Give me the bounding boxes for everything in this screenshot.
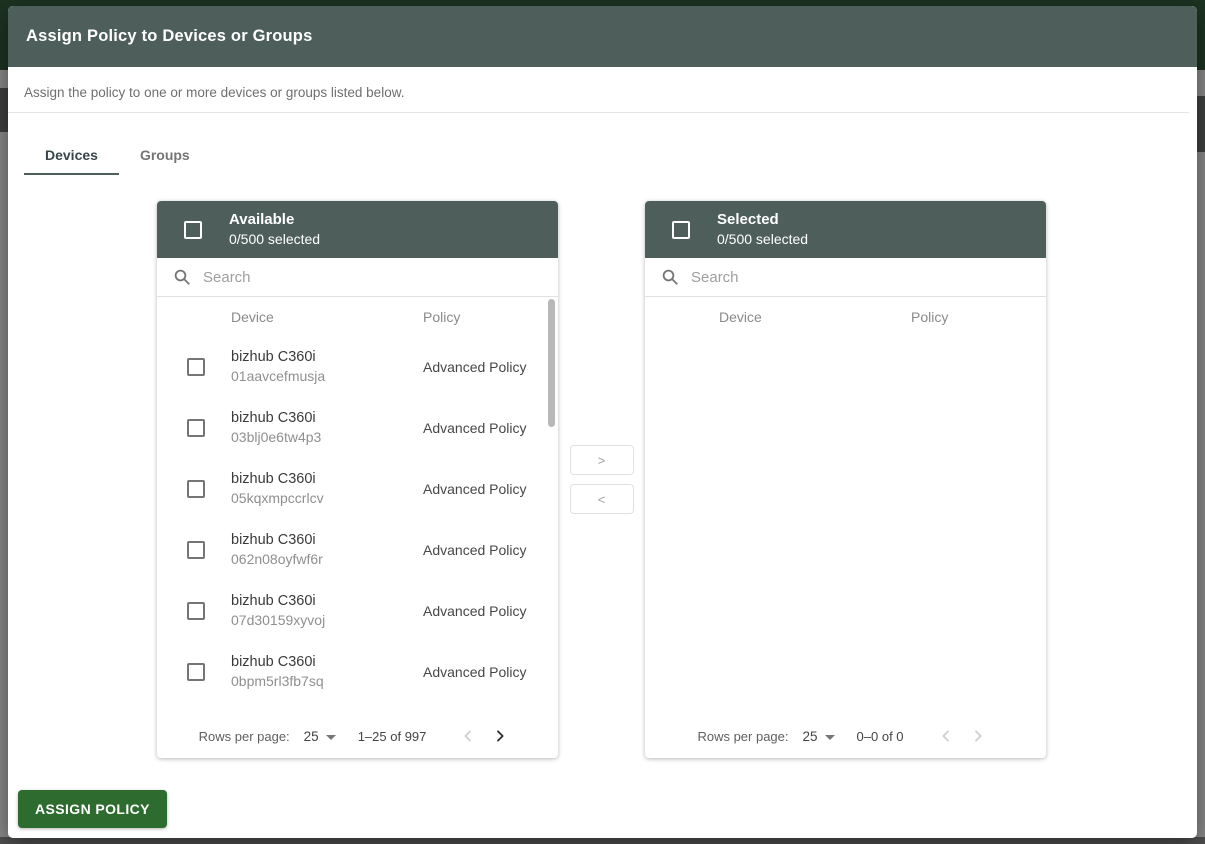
available-panel: Available 0/500 selected Device Policy [157, 201, 558, 758]
rows-per-page-label: Rows per page: [697, 729, 788, 744]
rows-per-page-select[interactable]: 25 [803, 729, 835, 744]
device-policy: Advanced Policy [423, 359, 527, 375]
next-page-button[interactable] [484, 720, 516, 752]
device-policy: Advanced Policy [423, 603, 527, 619]
row-checkbox[interactable] [187, 541, 205, 559]
device-name: bizhub C360i [231, 591, 423, 611]
device-serial: 03blj0e6tw4p3 [231, 428, 423, 448]
tab-devices[interactable]: Devices [24, 139, 119, 175]
device-serial: 05kqxmpccrlcv [231, 489, 423, 509]
available-selection-count: 0/500 selected [229, 230, 320, 249]
device-serial: 0bpm5rl3fb7sq [231, 672, 423, 692]
table-row[interactable]: bizhub C360i 03blj0e6tw4p3 Advanced Poli… [157, 397, 558, 458]
available-panel-title: Available [229, 210, 320, 230]
selected-search-input[interactable] [691, 269, 991, 286]
column-header-device: Device [719, 309, 911, 325]
row-checkbox[interactable] [187, 663, 205, 681]
chevron-left-icon [938, 728, 954, 744]
table-row[interactable]: bizhub C360i 05kqxmpccrlcv Advanced Poli… [157, 458, 558, 519]
selected-table: Device Policy [645, 297, 1046, 713]
table-row[interactable]: bizhub C360i 062n08oyfwf6r Advanced Poli… [157, 519, 558, 580]
device-serial: 01aavcefmusja [231, 367, 423, 387]
row-checkbox[interactable] [187, 480, 205, 498]
row-checkbox[interactable] [187, 358, 205, 376]
device-name: bizhub C360i [231, 408, 423, 428]
selected-panel-header: Selected 0/500 selected [645, 201, 1046, 258]
available-table-header: Device Policy [157, 297, 558, 336]
rows-per-page-select[interactable]: 25 [304, 729, 336, 744]
background-page-fragment-right [1197, 96, 1205, 152]
pagination-range: 0–0 of 0 [857, 729, 904, 744]
select-all-selected-checkbox[interactable] [672, 221, 690, 239]
transfer-buttons: > < [558, 201, 645, 758]
device-name: bizhub C360i [231, 469, 423, 489]
previous-page-button[interactable] [452, 720, 484, 752]
available-table: Device Policy bizhub C360i 01aavcefmusja… [157, 297, 558, 713]
rows-per-page-label: Rows per page: [199, 729, 290, 744]
select-all-available-checkbox[interactable] [184, 221, 202, 239]
available-panel-header: Available 0/500 selected [157, 201, 558, 258]
device-name: bizhub C360i [231, 530, 423, 550]
device-serial: 07d30159xyvoj [231, 611, 423, 631]
selected-panel-title: Selected [717, 210, 808, 230]
selected-panel: Selected 0/500 selected Device Policy [645, 201, 1046, 758]
device-name: bizhub C360i [231, 347, 423, 367]
tab-bar: Devices Groups [24, 139, 1197, 175]
table-row[interactable]: bizhub C360i 01aavcefmusja Advanced Poli… [157, 336, 558, 397]
device-serial: 062n08oyfwf6r [231, 550, 423, 570]
chevron-left-icon [460, 728, 476, 744]
search-icon [173, 268, 191, 286]
assign-policy-dialog: Assign Policy to Devices or Groups Assig… [8, 6, 1197, 838]
dialog-header: Assign Policy to Devices or Groups [8, 6, 1197, 67]
selected-selection-count: 0/500 selected [717, 230, 808, 249]
tab-groups[interactable]: Groups [119, 139, 211, 175]
device-policy: Advanced Policy [423, 664, 527, 680]
column-header-device: Device [231, 309, 423, 325]
move-right-button[interactable]: > [570, 445, 634, 475]
dropdown-caret-icon [326, 735, 336, 740]
next-page-button[interactable] [962, 720, 994, 752]
column-header-policy: Policy [911, 309, 948, 325]
row-checkbox[interactable] [187, 419, 205, 437]
dialog-title: Assign Policy to Devices or Groups [26, 27, 312, 46]
table-row[interactable]: bizhub C360i 07d30159xyvoj Advanced Poli… [157, 580, 558, 641]
device-policy: Advanced Policy [423, 542, 527, 558]
table-row[interactable]: bizhub C360i 0bpm5rl3fb7sq Advanced Poli… [157, 641, 558, 702]
search-icon [661, 268, 679, 286]
column-header-policy: Policy [423, 309, 460, 325]
dialog-subtitle: Assign the policy to one or more devices… [8, 67, 1189, 113]
selected-pagination: Rows per page: 25 0–0 of 0 [645, 713, 1046, 758]
rows-per-page-value: 25 [803, 729, 818, 744]
move-left-button[interactable]: < [570, 484, 634, 514]
pagination-range: 1–25 of 997 [358, 729, 427, 744]
assign-policy-button[interactable]: ASSIGN POLICY [18, 790, 167, 828]
device-policy: Advanced Policy [423, 481, 527, 497]
selected-table-header: Device Policy [645, 297, 1046, 336]
device-name: bizhub C360i [231, 652, 423, 672]
rows-per-page-value: 25 [304, 729, 319, 744]
available-search-input[interactable] [203, 269, 503, 286]
available-pagination: Rows per page: 25 1–25 of 997 [157, 713, 558, 758]
device-policy: Advanced Policy [423, 420, 527, 436]
background-page-bottom-strip [0, 837, 1205, 844]
chevron-right-icon [492, 728, 508, 744]
row-checkbox[interactable] [187, 602, 205, 620]
table-scrollbar-thumb[interactable] [548, 299, 555, 427]
transfer-list-container: Available 0/500 selected Device Policy [157, 201, 1197, 758]
previous-page-button[interactable] [930, 720, 962, 752]
available-search-row [157, 258, 558, 297]
selected-search-row [645, 258, 1046, 297]
chevron-right-icon [970, 728, 986, 744]
dropdown-caret-icon [825, 735, 835, 740]
background-page-fragment-left [0, 88, 8, 132]
